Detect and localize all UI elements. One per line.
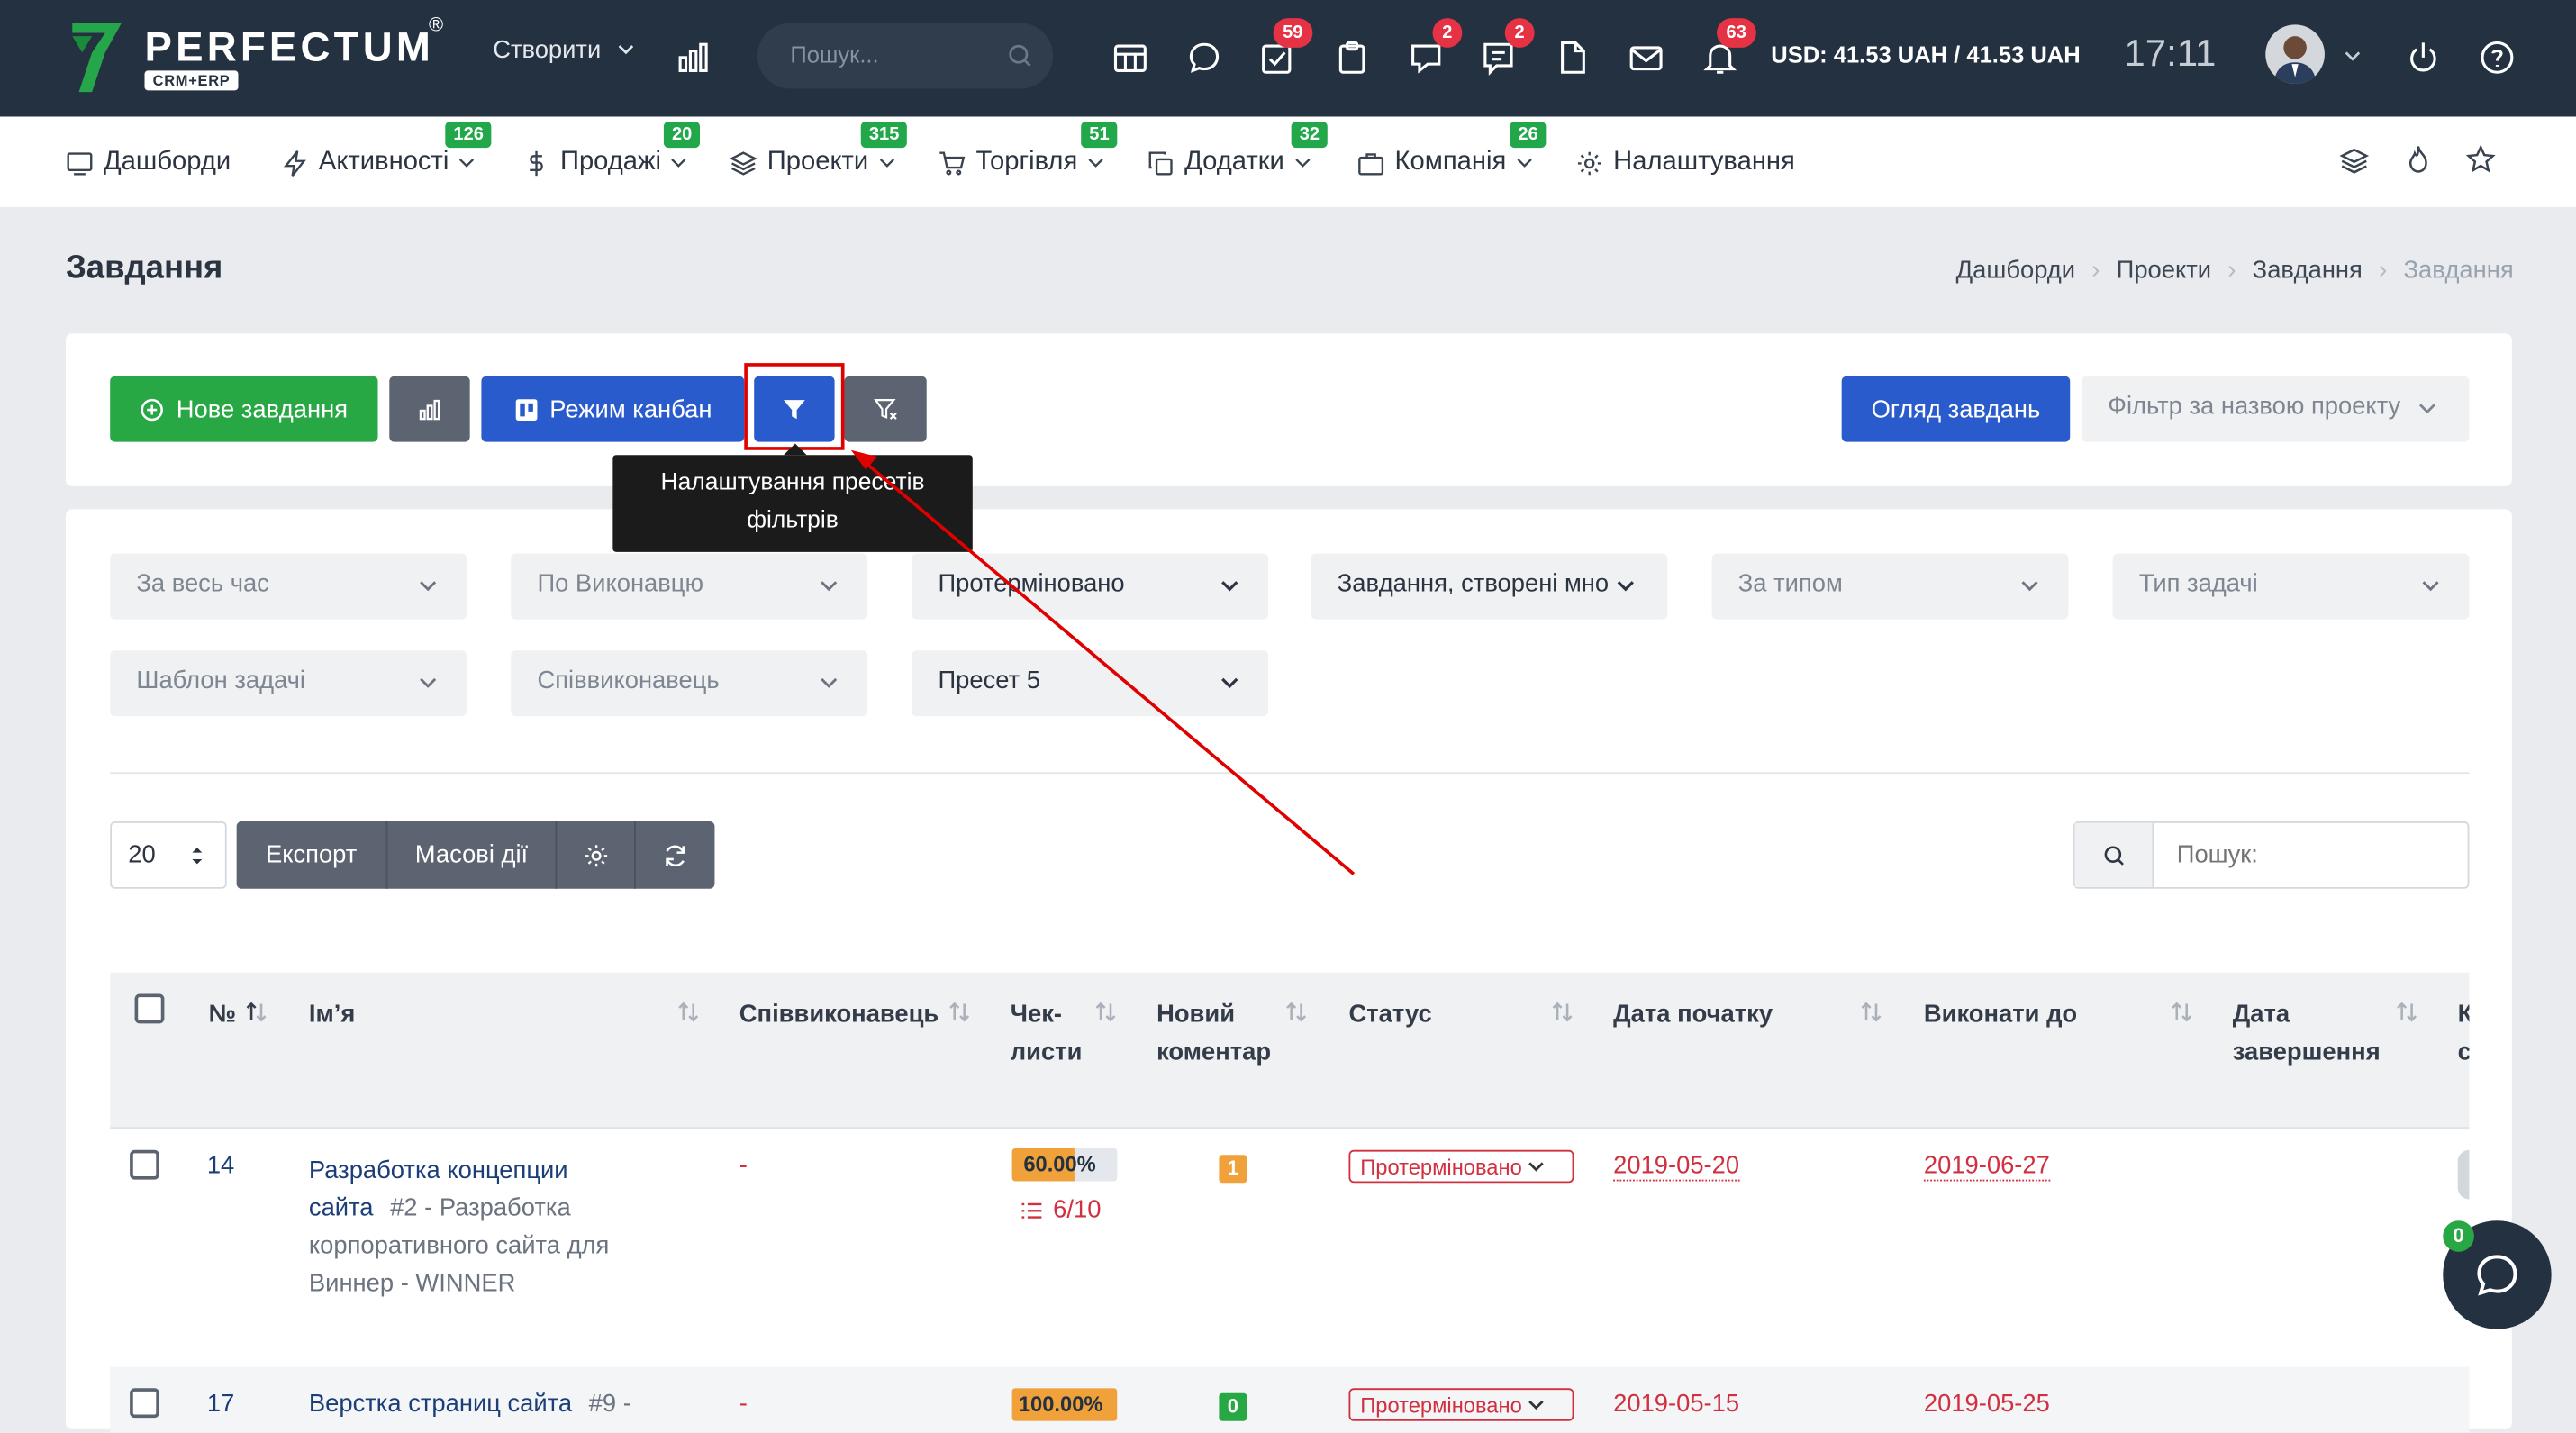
chat-widget-badge: 0 [2443,1220,2474,1252]
chat-icon [2477,1255,2517,1296]
annotation-arrow [850,449,1356,875]
chat-widget-button[interactable]: 0 [2443,1220,2552,1329]
